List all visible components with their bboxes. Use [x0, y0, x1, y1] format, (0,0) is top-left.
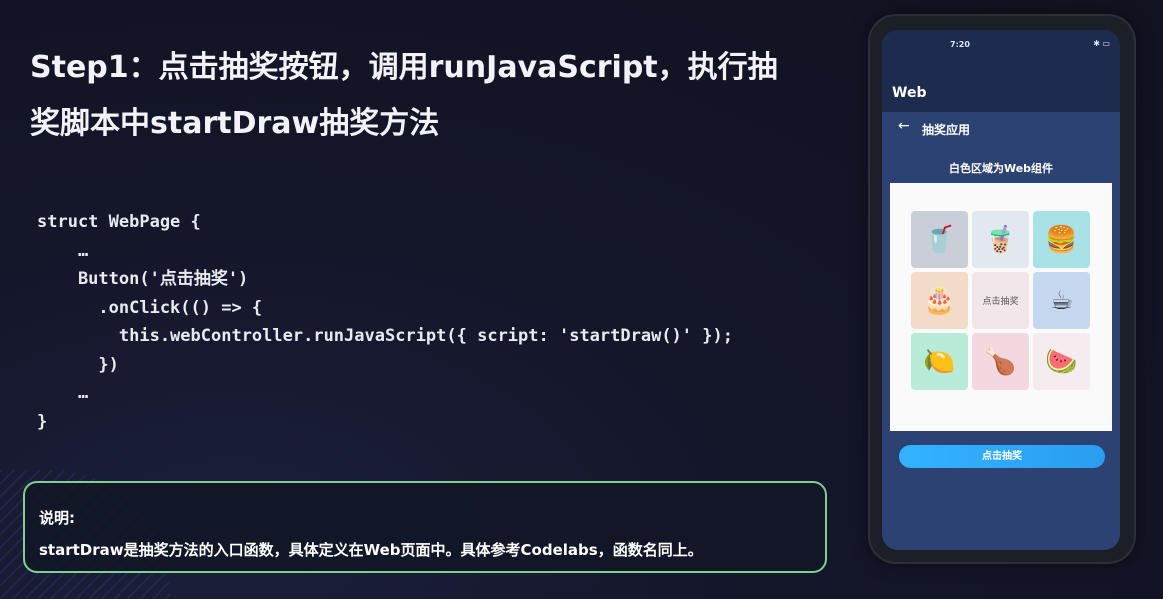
slide-title-line1: Step1：点击抽奖按钮，调用runJavaScript，执行抽 — [30, 50, 778, 85]
code-line: }) — [37, 354, 119, 375]
watermelon-icon: 🍉 — [1033, 333, 1090, 390]
code-line: .onClick(() => { — [37, 297, 263, 318]
lemon-icon: 🍋 — [911, 333, 968, 390]
status-bar: 7:20 ✱ ▭ — [882, 30, 1120, 58]
phone-mockup: 7:20 ✱ ▭ Web ← 抽奖应用 白色区域为Web组件 🥤 🧋 🍔 🎂 点击抽奖 ☕… — [870, 16, 1134, 562]
milk-tea-icon: 🧋 — [972, 211, 1029, 268]
app-name: Web — [892, 85, 927, 101]
drumstick-icon: 🍗 — [972, 333, 1029, 390]
burger-icon: 🍔 — [1033, 211, 1090, 268]
code-block: struct WebPage { … Button('点击抽奖') .onCli… — [37, 208, 733, 436]
code-line: } — [37, 411, 48, 432]
slide-title: Step1：点击抽奖按钮，调用runJavaScript，执行抽 奖脚本中sta… — [30, 40, 790, 152]
coffee-icon: ☕ — [1033, 272, 1090, 329]
nav-title: 抽奖应用 — [922, 123, 971, 137]
note-text: startDraw是抽奖方法的入口函数，具体定义在Web页面中。具体参考Code… — [39, 541, 703, 559]
web-component: 🥤 🧋 🍔 🎂 点击抽奖 ☕ 🍋 🍗 🍉 — [890, 183, 1112, 431]
code-line: … — [37, 383, 89, 403]
code-line: this.webController.runJavaScript({ scrip… — [37, 326, 733, 346]
nav-bar: ← 抽奖应用 — [882, 112, 1120, 148]
code-line: Button('点击抽奖') — [37, 269, 249, 289]
arrow-left-icon[interactable]: ← — [898, 118, 910, 134]
status-icons: ✱ ▭ — [1093, 39, 1110, 48]
status-time: 7:20 — [950, 40, 970, 49]
phone-screen: 7:20 ✱ ▭ Web ← 抽奖应用 白色区域为Web组件 🥤 🧋 🍔 🎂 点击抽奖 ☕… — [882, 30, 1120, 550]
code-line: … — [37, 240, 89, 261]
note-box: 说明: startDraw是抽奖方法的入口函数，具体定义在Web页面中。具体参考… — [23, 481, 827, 573]
app-bar: Web — [882, 58, 1120, 112]
slide-title-line2: 奖脚本中startDraw抽奖方法 — [30, 106, 440, 141]
note-title: 说明: — [39, 509, 75, 527]
code-line: struct WebPage { — [37, 212, 201, 232]
center-draw-cell[interactable]: 点击抽奖 — [972, 272, 1029, 329]
prize-grid: 🥤 🧋 🍔 🎂 点击抽奖 ☕ 🍋 🍗 🍉 — [911, 211, 1094, 390]
draw-button[interactable]: 点击抽奖 — [899, 445, 1105, 468]
cake-icon: 🎂 — [911, 272, 968, 329]
juice-icon: 🥤 — [911, 211, 968, 268]
web-subtitle: 白色区域为Web组件 — [948, 162, 1054, 175]
